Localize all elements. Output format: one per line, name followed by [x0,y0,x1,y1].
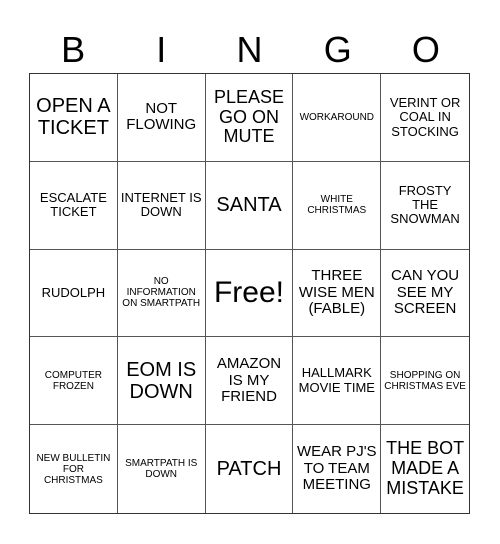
bingo-cell[interactable]: WHITE CHRISTMAS [293,161,382,250]
bingo-cell[interactable]: RUDOLPH [30,249,118,338]
bingo-cell[interactable]: PATCH [206,425,294,513]
bingo-cell[interactable]: SHOPPING ON CHRISTMAS EVE [381,337,469,426]
header-letter-g: G [323,29,352,70]
bingo-header: B I N G O [29,28,470,72]
bingo-cell[interactable]: SMARTPATH IS DOWN [118,425,206,513]
bingo-cell[interactable]: THREE WISE MEN (FABLE) [293,249,382,338]
header-letter-i: I [156,29,167,70]
bingo-cell[interactable]: PLEASE GO ON MUTE [205,74,294,162]
bingo-cell[interactable]: EOM IS DOWN [117,337,206,426]
header-letter-b: B [61,29,86,70]
bingo-cell[interactable]: NO INFORMATION ON SMARTPATH [117,249,206,338]
bingo-cell[interactable]: CAN YOU SEE MY SCREEN [381,250,469,338]
bingo-cell[interactable]: THE BOT MADE A MISTAKE [381,425,469,513]
bingo-cell[interactable]: COMPUTER FROZEN [30,337,118,426]
free-space-cell[interactable]: Free! [205,249,294,338]
bingo-cell[interactable]: AMAZON IS MY FRIEND [205,337,294,426]
bingo-cell[interactable]: WORKAROUND [293,74,382,162]
bingo-card-grid: OPEN A TICKET NOT FLOWING PLEASE GO ON MUT… [29,73,470,514]
bingo-cell[interactable]: HALLMARK MOVIE TIME [293,337,382,426]
bingo-cell[interactable]: NEW BULLETIN FOR CHRISTMAS [30,425,118,513]
bingo-cell[interactable]: VERINT OR COAL IN STOCKING [381,74,469,162]
bingo-cell[interactable]: SANTA [205,161,294,250]
bingo-cell[interactable]: OPEN A TICKET [30,74,118,162]
bingo-cell[interactable]: NOT FLOWING [117,74,206,162]
header-letter-o: O [411,29,440,70]
bingo-cell[interactable]: INTERNET IS DOWN [117,161,206,250]
bingo-cell[interactable]: WEAR PJ'S TO TEAM MEETING [293,425,382,513]
bingo-cell[interactable]: FROSTY THE SNOWMAN [381,162,469,250]
bingo-cell[interactable]: ESCALATE TICKET [30,161,118,250]
header-letter-n: N [236,29,263,70]
